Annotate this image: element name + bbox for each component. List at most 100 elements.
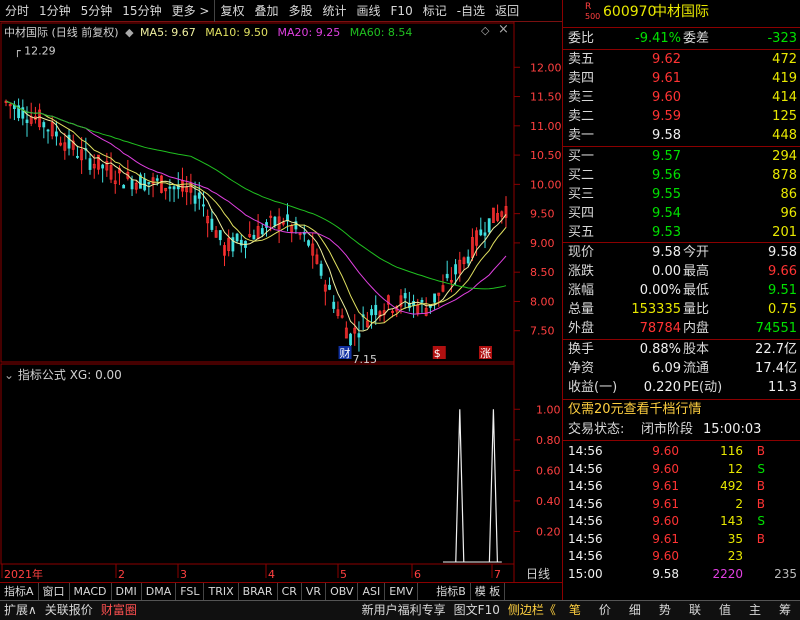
x-tick-label: 4 (268, 568, 275, 581)
status-right-4[interactable]: 联 (680, 601, 710, 620)
x-tick-label: 5 (340, 568, 347, 581)
indicator-tab-5[interactable]: FSL (176, 583, 205, 600)
candle-body (374, 304, 378, 316)
status-right-0[interactable]: 笔 (560, 601, 590, 620)
status-center-2[interactable]: 侧边栏《 (504, 601, 560, 620)
stat-row-3: 总量 153335 量比 0.75 (568, 302, 797, 317)
bids-row-4[interactable]: 买五 9.53 201 (563, 223, 800, 243)
toolbar-item-2[interactable]: 5分钟 (76, 0, 118, 22)
y-tick-label: 10.00 (530, 178, 562, 191)
indicator-tab-3[interactable]: DMI (112, 583, 142, 600)
candlestick-chart[interactable]: 12.00 11.50 11.00 10.50 10.00 9.50 9.00 8.50 8.0… (0, 22, 562, 582)
x-tick-label: 3 (180, 568, 187, 581)
status-right-6[interactable]: 主 (740, 601, 770, 620)
status-right-5[interactable]: 值 (710, 601, 740, 620)
ind-tick-label: 0.20 (536, 525, 561, 538)
x-tick-label: 2021年 (4, 567, 43, 581)
status-right-7[interactable]: 筹 (770, 601, 800, 620)
fund-row-0: 换手 0.88% 股本 22.7亿 (568, 342, 797, 357)
indicator-tab-13[interactable]: 指标B (432, 583, 471, 600)
candle-body (155, 178, 159, 181)
asks-row-2[interactable]: 卖三 9.60 414 (563, 88, 800, 108)
toolbar-item-13[interactable]: 返回 (490, 0, 524, 22)
status-right-1[interactable]: 价 (590, 601, 620, 620)
period-label[interactable]: 日线 (526, 567, 550, 581)
asks-row-0[interactable]: 卖五 9.62 472 (563, 50, 800, 70)
candle-body (479, 229, 483, 236)
event-mark[interactable]: $ (434, 347, 441, 360)
bids-row-1[interactable]: 买二 9.56 878 (563, 166, 800, 186)
bids-row-2[interactable]: 买三 9.55 86 (563, 185, 800, 205)
y-tick-label: 12.00 (530, 61, 562, 74)
status-right-2[interactable]: 细 (620, 601, 650, 620)
toolbar-item-11[interactable]: 标记 (418, 0, 452, 22)
chevron-down-icon[interactable]: ⌄ (4, 368, 14, 382)
quote-header: R 500 600970 中材国际 (563, 2, 800, 24)
bids-row-0[interactable]: 买一 9.57 294 (563, 147, 800, 167)
indicator-tab-11[interactable]: ASI (358, 583, 386, 600)
asks-row-3[interactable]: 卖二 9.59 125 (563, 107, 800, 127)
status-left-0[interactable]: 扩展∧ (0, 601, 41, 620)
weibi-row: 委比 -9.41% 委差 -323 (568, 31, 797, 46)
indicator-tab-4[interactable]: DMA (142, 583, 177, 600)
toolbar-item-7[interactable]: 多股 (283, 0, 317, 22)
toolbar-item-3[interactable]: 15分钟 (117, 0, 166, 22)
ind-tick-label: 0.40 (536, 495, 561, 508)
status-center-1[interactable]: 图文F10 (450, 601, 504, 620)
y-tick-label: 11.00 (530, 120, 562, 133)
toolbar-item-0[interactable]: 分时 (0, 0, 34, 22)
stat-row-0: 现价 9.58 今开 9.58 (568, 245, 797, 260)
indicator-tab-0[interactable]: 指标A (0, 583, 39, 600)
candle-body (88, 158, 92, 170)
y-tick-label: 8.50 (530, 266, 555, 279)
toolbar-item-4[interactable]: 更多 > (167, 0, 215, 22)
candle-body (235, 233, 239, 242)
status-left-1[interactable]: 关联报价 (41, 601, 97, 620)
candle-body (202, 204, 205, 207)
x-tick-label: 7 (494, 568, 501, 581)
toolbar-item-10[interactable]: F10 (386, 0, 418, 22)
candle-body (46, 129, 50, 132)
candle-body (445, 273, 449, 279)
candle-body (197, 192, 201, 199)
indicator-tab-10[interactable]: OBV (326, 583, 359, 600)
event-mark[interactable]: 涨 (480, 347, 491, 360)
toolbar-item-6[interactable]: 叠加 (249, 0, 283, 22)
ind-tick-label: 0.60 (536, 464, 561, 477)
candle-body (193, 195, 197, 204)
indicator-title[interactable]: ⌄ 指标公式 XG: 0.00 (4, 366, 122, 383)
asks-row-4[interactable]: 卖一 9.58 448 (563, 126, 800, 146)
toolbar-item-8[interactable]: 统计 (318, 0, 352, 22)
indicator-tab-6[interactable]: TRIX (204, 583, 239, 600)
candle-body (55, 131, 58, 137)
bids-row-3[interactable]: 买四 9.54 96 (563, 204, 800, 224)
status-center-0[interactable]: 新用户福利专享 (358, 601, 450, 620)
tick-row-7: 15:00 9.58 2220 235 (568, 566, 797, 581)
candle-body (210, 218, 214, 230)
status-left-2[interactable]: 财富圈 (97, 601, 141, 620)
stat-row-4: 外盘 78784 内盘 74551 (568, 321, 797, 336)
asks-row-1[interactable]: 卖四 9.61 419 (563, 69, 800, 89)
toolbar-item-5[interactable]: 复权 (214, 0, 249, 22)
indicator-tab-2[interactable]: MACD (70, 583, 112, 600)
indicator-tab-12[interactable]: EMV (385, 583, 419, 600)
indicator-tab-1[interactable]: 窗口 (39, 583, 70, 600)
candle-body (454, 264, 457, 275)
toolbar-item-9[interactable]: 画线 (352, 0, 386, 22)
status-bar: 扩展∧ 关联报价 财富圈 新用户福利专享 图文F10 侧边栏《笔价细势联值主筹 (0, 600, 800, 620)
status-right-3[interactable]: 势 (650, 601, 680, 620)
event-mark[interactable]: 财 (340, 346, 351, 360)
indicator-tab-14[interactable]: 模 板 (471, 583, 506, 600)
candle-body (168, 186, 172, 189)
toolbar-item-12[interactable]: -自选 (452, 0, 490, 22)
high-label: ┌ 12.29 (14, 44, 56, 57)
indicator-tab-9[interactable]: VR (302, 583, 327, 600)
candle-body (42, 122, 46, 128)
ma60-line (5, 100, 507, 290)
candle-body (370, 309, 373, 316)
indicator-tab-8[interactable]: CR (278, 583, 302, 600)
ma10-line (5, 100, 507, 324)
toolbar-item-1[interactable]: 1分钟 (34, 0, 76, 22)
promo-link[interactable]: 仅需20元查看千档行情 (563, 400, 800, 420)
indicator-tab-7[interactable]: BRAR (239, 583, 278, 600)
